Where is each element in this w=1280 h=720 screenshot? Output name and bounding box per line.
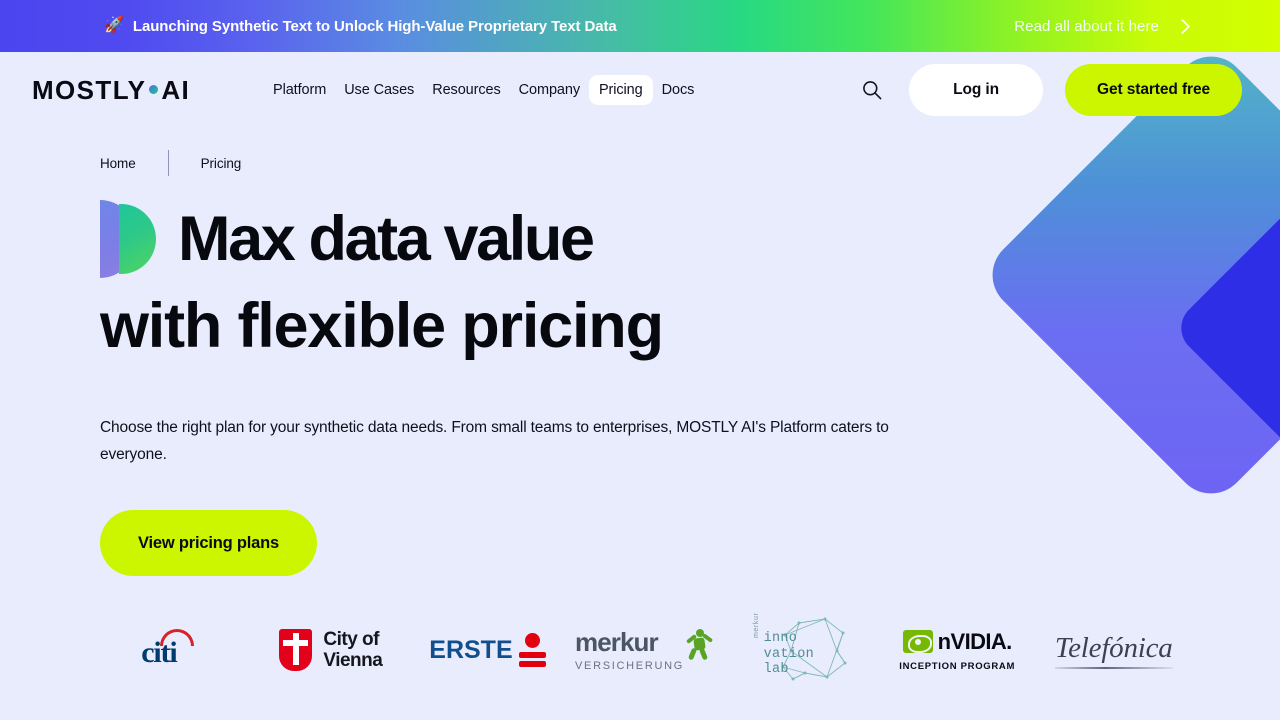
breadcrumb-item-home[interactable]: Home — [100, 156, 136, 171]
chevron-right-icon — [1174, 18, 1191, 34]
chevron-art-inner — [1170, 186, 1280, 470]
merkur-subtitle: VERSICHERUNG — [575, 659, 685, 672]
client-logo-citi: citi — [96, 614, 253, 686]
hero-section: Max data value with flexible pricing Cho… — [100, 200, 930, 577]
innovation-lab-side-label: merkur — [752, 612, 760, 638]
nav-item-resources[interactable]: Resources — [423, 76, 509, 104]
merkur-wordmark: merkur — [575, 626, 659, 657]
vienna-wordmark: City of Vienna — [323, 629, 382, 672]
brand-logo[interactable]: MOSTLY AI — [32, 75, 190, 106]
announcement-message-text: Launching Synthetic Text to Unlock High-… — [132, 17, 617, 35]
get-started-free-button[interactable]: Get started free — [1065, 64, 1242, 116]
announcement-cta-label: Read all about it here — [1014, 17, 1159, 35]
vienna-line-2: Vienna — [323, 650, 383, 671]
vienna-line-1: City of — [323, 628, 379, 650]
breadcrumb-separator — [167, 150, 169, 176]
nav-links: Platform Use Cases Resources Company Pri… — [264, 75, 703, 105]
nvidia-eye-icon — [902, 630, 933, 653]
client-logo-erste: ERSTE — [409, 614, 566, 686]
brand-logo-suffix: AI — [161, 74, 191, 105]
citi-arc-icon — [160, 629, 195, 646]
gradient-dot-icon — [149, 84, 159, 94]
nav-actions: Log in Get started free — [857, 64, 1242, 116]
nav-item-platform[interactable]: Platform — [264, 76, 335, 104]
telefonica-wordmark: Telefónica — [1054, 631, 1173, 664]
brand-logo-prefix: MOSTLY — [32, 74, 147, 105]
hero-heading-row: Max data value — [100, 200, 930, 278]
nav-item-company[interactable]: Company — [510, 76, 589, 104]
search-icon[interactable] — [857, 75, 887, 105]
client-logo-nvidia: nVIDIA. INCEPTION PROGRAM — [879, 614, 1036, 686]
mostly-ai-d-mark-icon — [100, 200, 156, 278]
breadcrumb-item-pricing[interactable]: Pricing — [201, 156, 242, 171]
page-title-line-2: with flexible pricing — [100, 291, 664, 361]
vienna-shield-icon — [279, 629, 313, 671]
nvidia-subtitle: INCEPTION PROGRAM — [899, 660, 1016, 672]
nav-item-pricing[interactable]: Pricing — [588, 75, 653, 105]
client-logo-merkur: merkur VERSICHERUNG — [566, 614, 723, 686]
innovation-lab-wordmark: inno vation lab — [764, 631, 814, 678]
erste-wordmark: ERSTE — [429, 635, 513, 664]
erste-s-icon — [518, 633, 546, 667]
brand-logo-text: MOSTLY AI — [32, 75, 190, 106]
innovation-lab-word-2: vation — [763, 646, 815, 662]
innovation-lab-word-3: lab — [763, 662, 789, 678]
d-mark-front-shape — [119, 204, 156, 274]
announcement-cta-link[interactable]: Read all about it here — [1014, 17, 1191, 35]
login-button[interactable]: Log in — [909, 64, 1044, 116]
client-logo-telefonica: Telefónica — [1035, 614, 1192, 686]
merkur-running-figure-icon — [685, 628, 714, 660]
hero-description: Choose the right plan for your synthetic… — [100, 419, 889, 463]
view-pricing-plans-button[interactable]: View pricing plans — [100, 510, 317, 577]
announcement-banner: 🚀 Launching Synthetic Text to Unlock Hig… — [0, 0, 1280, 52]
nav-item-use-cases[interactable]: Use Cases — [335, 76, 423, 104]
nav-item-docs[interactable]: Docs — [653, 76, 704, 104]
client-logo-strip: citi City of Vienna ERSTE merkur VERSICH… — [96, 612, 1192, 686]
telefonica-underline — [1054, 666, 1173, 669]
main-navbar: MOSTLY AI Platform Use Cases Resources Co… — [0, 52, 1280, 128]
innovation-lab-word-1: inno — [763, 631, 798, 646]
client-logo-city-of-vienna: City of Vienna — [253, 614, 410, 686]
client-logo-merkur-innovation-lab: merkur inno vation lab — [722, 612, 879, 686]
announcement-message: 🚀 Launching Synthetic Text to Unlock Hig… — [104, 18, 617, 35]
nvidia-wordmark: nVIDIA. — [937, 628, 1013, 654]
breadcrumb: Home Pricing — [100, 150, 241, 176]
rocket-icon: 🚀 — [104, 17, 124, 34]
page-title-line-1: Max data value — [178, 203, 595, 274]
